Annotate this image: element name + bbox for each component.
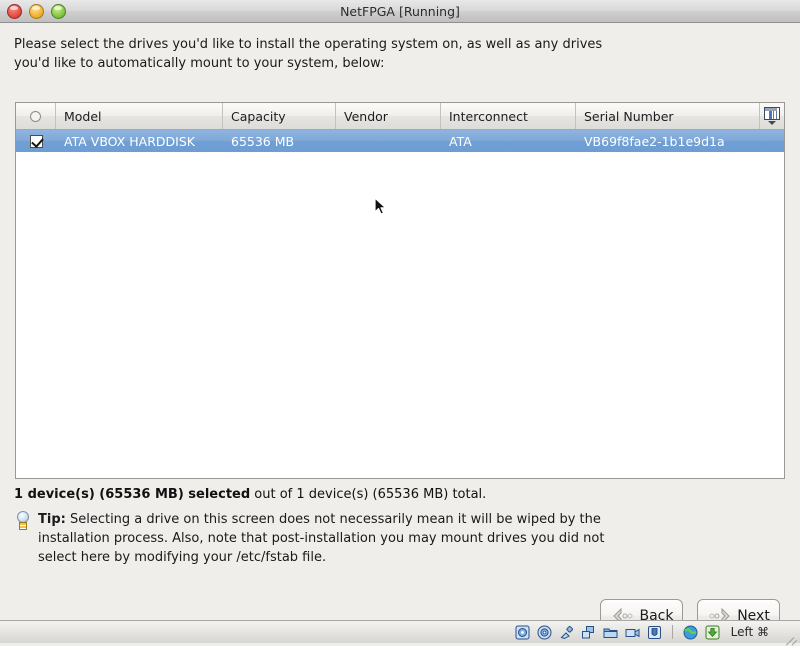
- resize-grip[interactable]: [782, 626, 798, 646]
- column-header-serial-label: Serial Number: [584, 108, 674, 124]
- host-key-label: Left ⌘: [730, 625, 769, 639]
- column-header-vendor-label: Vendor: [344, 108, 388, 124]
- row-select-checkbox-cell[interactable]: [16, 134, 56, 148]
- cell-interconnect: ATA: [449, 133, 472, 149]
- mouse-cursor: [374, 197, 388, 217]
- shared-folders-icon[interactable]: [603, 625, 618, 640]
- globe-icon[interactable]: [683, 625, 698, 640]
- instructions-line-2: you'd like to automatically mount to you…: [14, 56, 385, 71]
- network-icon[interactable]: [581, 625, 596, 640]
- remote-display-icon[interactable]: [647, 625, 662, 640]
- virtualbox-vm-window: NetFPGA [Running] Please select the driv…: [0, 0, 800, 646]
- optical-disk-icon[interactable]: [537, 625, 552, 640]
- select-all-toggle-icon[interactable]: [30, 110, 41, 122]
- lightbulb-icon: [14, 511, 32, 533]
- harddisk-icon[interactable]: [515, 625, 530, 640]
- column-header-serial-number[interactable]: Serial Number: [576, 103, 760, 129]
- zoom-button[interactable]: [51, 4, 66, 19]
- column-chooser-button[interactable]: [760, 103, 784, 129]
- window-title: NetFPGA [Running]: [340, 3, 460, 19]
- window-controls: [7, 4, 66, 19]
- cell-model: ATA VBOX HARDDISK: [64, 133, 195, 149]
- selection-summary-bold: 1 device(s) (65536 MB) selected: [14, 487, 251, 502]
- instructions: Please select the drives you'd like to i…: [14, 35, 634, 73]
- column-header-vendor[interactable]: Vendor: [336, 103, 441, 129]
- installer-content: Please select the drives you'd like to i…: [0, 23, 800, 632]
- column-header-model[interactable]: Model: [56, 103, 223, 129]
- video-capture-icon[interactable]: [625, 625, 640, 640]
- checkbox-checked-icon[interactable]: [29, 134, 43, 148]
- status-icons: Left ⌘: [515, 625, 798, 646]
- selection-summary: 1 device(s) (65536 MB) selected out of 1…: [14, 487, 486, 502]
- column-header-model-label: Model: [64, 108, 102, 124]
- column-header-interconnect-label: Interconnect: [449, 108, 528, 124]
- instructions-line-1: Please select the drives you'd like to i…: [14, 37, 603, 52]
- close-button[interactable]: [7, 4, 22, 19]
- drive-table[interactable]: Model Capacity Vendor Interconnect Seria…: [15, 102, 785, 479]
- tip-block: Tip: Selecting a drive on this screen do…: [14, 510, 629, 567]
- status-separator: [671, 625, 673, 639]
- column-header-capacity[interactable]: Capacity: [223, 103, 336, 129]
- tip-body: Selecting a drive on this screen does no…: [38, 512, 605, 565]
- column-header-interconnect[interactable]: Interconnect: [441, 103, 576, 129]
- usb-icon[interactable]: [559, 625, 574, 640]
- selection-summary-rest: out of 1 device(s) (65536 MB) total.: [250, 487, 487, 502]
- column-header-capacity-label: Capacity: [231, 108, 286, 124]
- minimize-button[interactable]: [29, 4, 44, 19]
- table-body: ATA VBOX HARDDISK 65536 MB ATA VB69f8fae…: [16, 130, 784, 478]
- column-header-select-all[interactable]: [16, 103, 56, 129]
- table-header-row: Model Capacity Vendor Interconnect Seria…: [16, 103, 784, 130]
- vm-status-bar: Left ⌘: [0, 620, 800, 646]
- download-icon[interactable]: [705, 625, 720, 640]
- table-row[interactable]: ATA VBOX HARDDISK 65536 MB ATA VB69f8fae…: [16, 130, 784, 152]
- column-chooser-icon: [764, 107, 780, 125]
- tip-text: Tip: Selecting a drive on this screen do…: [38, 510, 629, 567]
- cell-capacity: 65536 MB: [231, 133, 295, 149]
- cell-serial-number: VB69f8fae2-1b1e9d1a: [584, 133, 725, 149]
- window-titlebar: NetFPGA [Running]: [0, 0, 800, 23]
- tip-label: Tip:: [38, 512, 66, 527]
